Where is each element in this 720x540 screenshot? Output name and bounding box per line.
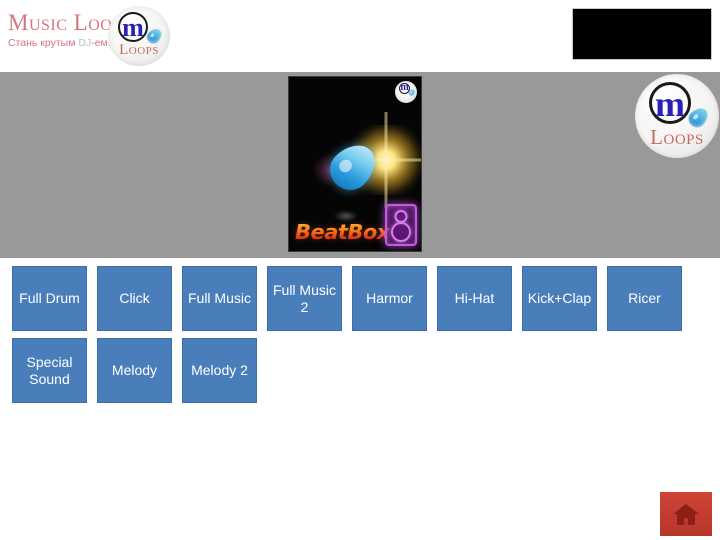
- pad-button-harmor[interactable]: Harmor: [352, 266, 427, 331]
- pad-row: Special Sound Melody Melody 2: [0, 338, 720, 403]
- pad-button-melody-2[interactable]: Melody 2: [182, 338, 257, 403]
- speaker-icon: [385, 204, 417, 246]
- pad-button-click[interactable]: Click: [97, 266, 172, 331]
- home-button[interactable]: [660, 492, 712, 536]
- brand-tagline-pre: Стань крутым: [8, 37, 79, 49]
- music-loops-badge-stage[interactable]: m Loops: [635, 74, 719, 158]
- pad-button-special-sound[interactable]: Special Sound: [12, 338, 87, 403]
- pad-button-kick-clap[interactable]: Kick+Clap: [522, 266, 597, 331]
- pad-button-full-drum[interactable]: Full Drum: [12, 266, 87, 331]
- page-header: Music Loops Стань крутым DJ-ем! m Loops: [0, 0, 720, 73]
- album-art[interactable]: m BeatBox: [288, 76, 422, 252]
- home-icon: [673, 504, 699, 525]
- brand-tagline-dj: DJ: [78, 37, 92, 49]
- speaker-woofer: [391, 222, 411, 242]
- pad-button-ricer[interactable]: Ricer: [607, 266, 682, 331]
- album-title: BeatBox: [295, 220, 390, 244]
- pad-button-melody[interactable]: Melody: [97, 338, 172, 403]
- music-loops-badge-header[interactable]: m Loops: [108, 6, 170, 66]
- logo-word-loops: Loops: [119, 42, 159, 58]
- logo-letter-m: m: [122, 13, 144, 42]
- music-loops-watermark: m: [395, 81, 417, 103]
- pad-button-full-music[interactable]: Full Music: [182, 266, 257, 331]
- sound-pad-grid: Full Drum Click Full Music Full Music 2 …: [0, 266, 720, 410]
- logo-letter-m: m: [655, 84, 685, 124]
- pad-button-hi-hat[interactable]: Hi-Hat: [437, 266, 512, 331]
- pad-row: Full Drum Click Full Music Full Music 2 …: [0, 266, 720, 331]
- logo-word-loops: Loops: [650, 125, 704, 149]
- pad-button-full-music-2[interactable]: Full Music 2: [267, 266, 342, 331]
- ad-banner-panel[interactable]: [572, 8, 712, 60]
